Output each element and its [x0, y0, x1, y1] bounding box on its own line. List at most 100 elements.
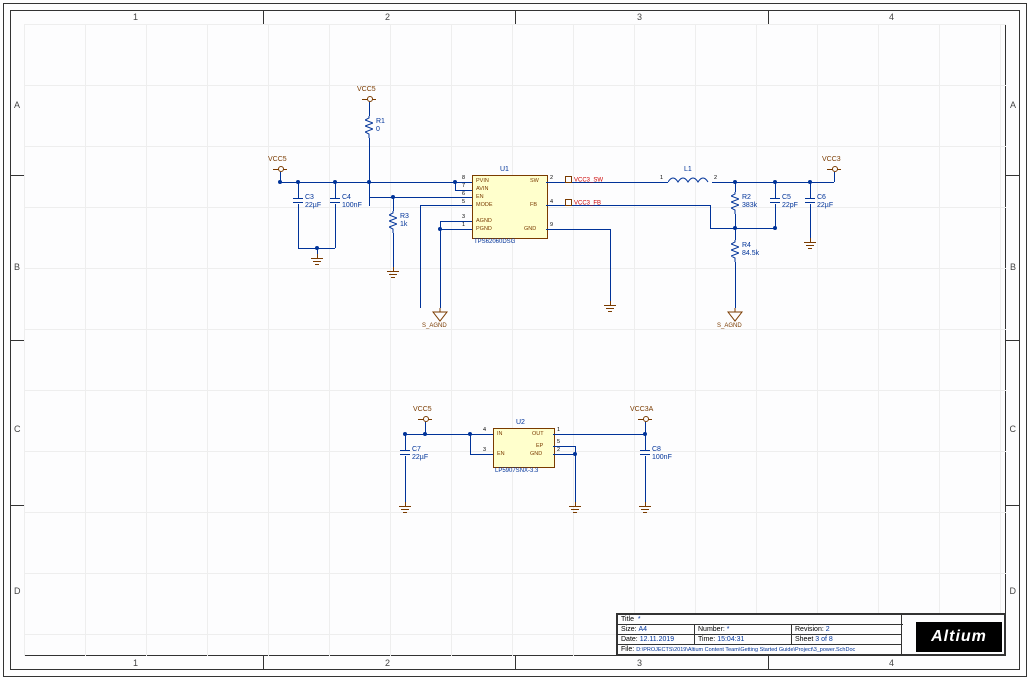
u1-sw: SW: [530, 178, 539, 184]
l1-p1: 1: [660, 175, 663, 181]
pin: [481, 454, 493, 455]
u2-p5: 5: [557, 439, 560, 445]
pin: [460, 229, 472, 230]
pin: [546, 182, 558, 183]
net-sw-label: VCC3_SW: [574, 177, 603, 183]
gnd-c3c4: [309, 254, 325, 266]
junction: [423, 432, 427, 436]
col-3-top: 3: [637, 12, 642, 22]
junction: [453, 180, 457, 184]
c8-val: 100nF: [652, 454, 672, 461]
c3-ref: C3: [305, 194, 314, 201]
net-fb: VCC3_FB: [565, 199, 601, 206]
u2-p4: 4: [483, 427, 486, 433]
wire: [558, 229, 610, 230]
tb-title-l: Title: [621, 616, 634, 623]
row-d-r: D: [1010, 586, 1017, 596]
tb-date-l: Date:: [621, 636, 638, 643]
wire: [735, 182, 736, 192]
net-sw: VCC3_SW: [565, 176, 603, 183]
u2-en: EN: [497, 451, 505, 457]
r2-val: 383k: [742, 202, 757, 209]
gnd-r3: [385, 267, 401, 279]
u1-p9: 9: [550, 222, 553, 228]
pin: [553, 454, 565, 455]
r3-val: 1k: [400, 221, 407, 228]
r3-ref: R3: [400, 213, 409, 220]
c5-val: 22pF: [782, 202, 798, 209]
u1-avin: AVIN: [476, 186, 488, 192]
tb-file-v: D:\PROJECTS\2019\Altium Content Team\Get…: [636, 647, 855, 653]
u2-gnd: GND: [530, 451, 542, 457]
col-1-top: 1: [133, 12, 138, 22]
junction: [573, 452, 577, 456]
u1-p8: 8: [462, 175, 465, 181]
u2-in: IN: [497, 431, 503, 437]
c7-val: 22µF: [412, 454, 428, 461]
wire: [298, 182, 299, 192]
u1-en: EN: [476, 194, 484, 200]
col-4-top: 4: [889, 12, 894, 22]
u2-p2: 2: [557, 447, 560, 453]
u2-ref: U2: [516, 419, 525, 426]
r4-val: 84.5k: [742, 250, 759, 257]
sgnd-u1r: [727, 308, 743, 322]
res-r3: [389, 211, 397, 233]
gnd-c7: [397, 502, 413, 514]
wire: [470, 454, 481, 455]
junction: [438, 227, 442, 231]
row-a-l: A: [14, 100, 20, 110]
row-c-l: C: [14, 424, 21, 434]
u1-agnd: AGND: [476, 218, 492, 224]
gnd-u2: [567, 502, 583, 514]
u1-ref: U1: [500, 166, 509, 173]
tb-size-l: Size:: [621, 626, 637, 633]
col-2-bot: 2: [385, 658, 390, 668]
tb-size-v: A4: [639, 626, 648, 633]
wire: [565, 446, 575, 447]
tb-time-v: 15:04:31: [717, 636, 744, 643]
wire: [440, 229, 460, 230]
u1-gnd: GND: [524, 226, 536, 232]
row-b-l: B: [14, 262, 20, 272]
wire: [335, 210, 336, 248]
gnd-u1: [602, 301, 618, 313]
col-3-bot: 3: [637, 658, 642, 668]
vcc5-r1-label: VCC5: [357, 86, 376, 93]
cap-c3: [292, 192, 304, 210]
wire: [645, 434, 646, 444]
c6-val: 22µF: [817, 202, 833, 209]
c5-ref: C5: [782, 194, 791, 201]
schematic-sheet: 1 2 3 4 1 2 3 4 A B C D A B C D VCC5 VCC…: [0, 0, 1030, 680]
tb-title-v: *: [638, 616, 641, 623]
tb-sheet-v: 3 of 8: [815, 636, 833, 643]
u1-fb: FB: [530, 202, 537, 208]
pin: [546, 205, 558, 206]
u2-p3: 3: [483, 447, 486, 453]
l1-p2: 2: [714, 175, 717, 181]
tb-num-v: *: [727, 626, 730, 633]
u1-pgnd: PGND: [476, 226, 492, 232]
wire: [810, 210, 811, 238]
c4-ref: C4: [342, 194, 351, 201]
gnd-c8: [637, 502, 653, 514]
c6-ref: C6: [817, 194, 826, 201]
altium-logo: Altium: [916, 622, 1002, 652]
col-4-bot: 4: [889, 658, 894, 668]
sagnd-r-label: S_AGND: [717, 323, 742, 329]
u2-part: LP5907SNX-3.3: [495, 468, 538, 474]
row-d-l: D: [14, 586, 21, 596]
vcc5-u2-label: VCC5: [413, 406, 432, 413]
u1-pvin: PVIN: [476, 178, 489, 184]
pin: [553, 434, 565, 435]
wire: [393, 197, 394, 211]
cap-c5: [769, 192, 781, 210]
wire: [735, 228, 775, 229]
wire: [405, 434, 406, 444]
row-a-r: A: [1010, 100, 1016, 110]
u1-p3: 3: [462, 214, 465, 220]
gnd-c6: [802, 238, 818, 250]
r4-ref: R4: [742, 242, 751, 249]
wire: [710, 205, 711, 228]
u1-p2: 2: [550, 175, 553, 181]
